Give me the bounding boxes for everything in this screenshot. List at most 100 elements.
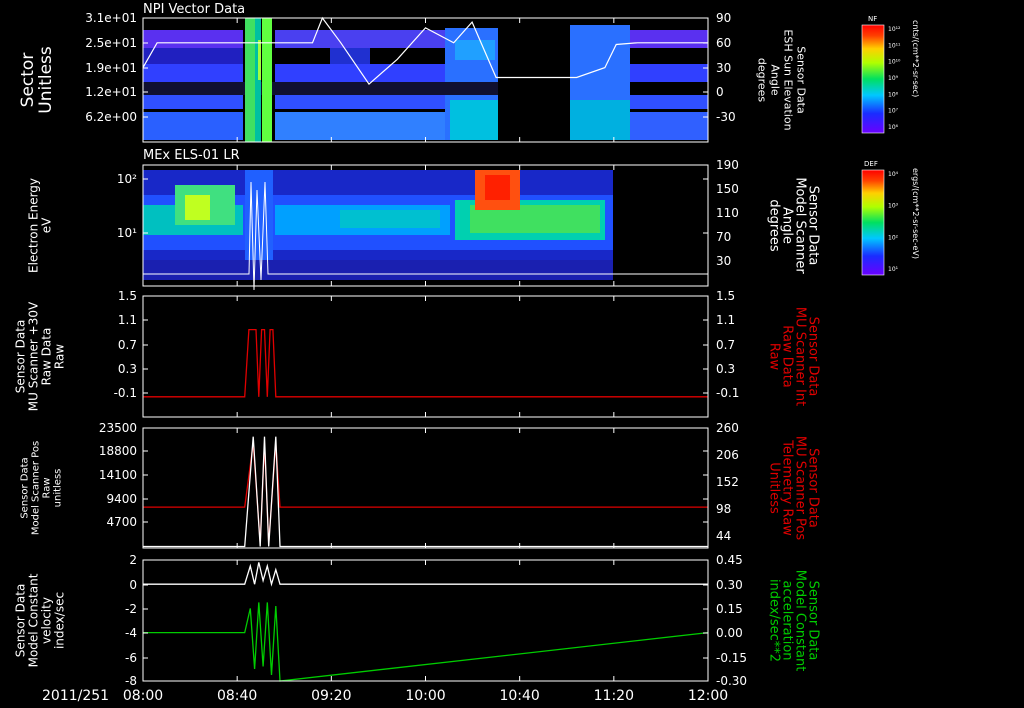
colorbar-tick-label: 10¹ [888,266,899,273]
right-axis-label-line: ESH Sun Elevation [782,29,795,130]
right-y-tick-label: 90 [716,11,731,25]
p3-right-label: Sensor DataMU Scanner IntRaw DataRaw [767,307,821,406]
y-tick-label: 1.9e+01 [85,61,137,75]
panel-mu-scanner-raw: 1.5 1.1 0.7 0.3 -0.1 1.5 1.1 0.7 0.3 -0.1 Sensor… [14,289,821,418]
right-axis-label-line: degrees [767,199,782,252]
p1-y-label: SectorUnitless [18,46,56,114]
p5-y-label: Sensor Data Model Constant velocity index/s… [14,573,67,667]
right-y-tick-label: -0.1 [716,386,739,400]
series-line [143,443,708,543]
right-axis-label-line: index/sec**2 [767,579,782,662]
y-tick-label: 0.7 [118,338,137,352]
y-tick-label: 2 [129,553,137,567]
colorbar-def-label: DEF [864,160,878,168]
p2-right-axis: 190 150 110 70 30 [716,158,739,268]
right-axis-label-line: Raw [767,343,782,371]
right-y-tick-label: 0 [716,85,724,99]
right-axis-label-line: Angle [769,64,782,96]
x-tick-label: 12:00 [688,688,728,704]
y-tick-label: -2 [125,602,137,616]
p5-series [143,562,709,682]
p4-right-axis: 260 206 152 98 44 [716,421,739,543]
colorbar-def-ticks: 10⁴ 10³ 10² 10¹ [888,171,899,273]
x-tick-label: 11:20 [594,688,634,704]
colorbar-tick-label: 10⁴ [888,171,899,178]
date-label: 2011/251 [42,688,109,704]
right-y-tick-label: 0.7 [716,338,735,352]
p1-heatmap [143,18,708,142]
y-axis-label-line: Raw [42,477,53,498]
y-tick-label: 10² [117,172,137,186]
y-tick-label: 4700 [106,515,137,529]
y-axis-label-line: Sensor Data [20,457,31,518]
colorbar-nf-ticks: 10¹² 10¹¹ 10¹⁰ 10⁹ 10⁸ 10⁷ 10⁶ [888,26,901,131]
x-tick-label: 10:40 [499,688,539,704]
y-tick-label: 2.5e+01 [85,36,137,50]
panel-title: NPI Vector Data [143,2,245,17]
y-axis-label-line: Unitless [36,46,56,114]
x-tick-label: 09:20 [311,688,351,704]
y-axis-label-line: MU Scanner +30V [27,301,41,411]
y-tick-label: -8 [125,674,137,688]
colorbar-tick-label: 10¹¹ [888,42,901,49]
colorbar-nf-units: cnts/(cm**2-sr-sec) [911,20,920,97]
y-tick-label: 0 [129,578,137,592]
right-y-tick-label: 30 [716,254,731,268]
right-y-tick-label: 0.45 [716,553,743,567]
y-axis-label-line: Model Constant [27,573,41,667]
right-y-tick-label: 44 [716,529,731,543]
right-y-tick-label: 150 [716,182,739,196]
y-axis-label-line: velocity [40,597,54,644]
colorbar-def-units: ergs/(cm**2-sr-sec-eV) [911,168,920,259]
right-y-tick-label: 206 [716,448,739,462]
y-tick-label: 23500 [99,421,137,435]
y-tick-label: 0.3 [118,362,137,376]
y-axis-label-line: Sector [18,53,38,108]
right-y-tick-label: 0.30 [716,578,743,592]
multi-panel-figure: NPI Vector Data 3.1e+012.5e+011.9e+011.2… [14,2,921,704]
y-axis-label-line: Sensor Data [14,584,28,658]
right-y-tick-label: -0.30 [716,674,747,688]
y-tick-label: 3.1e+01 [85,11,137,25]
series-line [143,328,708,398]
panel-scanner-pos: 23500 18800 14100 9400 4700 260 206 152 98 44 Se… [20,421,821,549]
right-y-tick-label: 1.1 [716,313,735,327]
p4-y-axis: 23500 18800 14100 9400 4700 [99,421,708,529]
y-tick-label: 1.2e+01 [85,85,137,99]
y-tick-label: 6.2e+00 [85,110,137,124]
y-tick-label: 1.5 [118,289,137,303]
colorbar-nf-scale [861,24,885,134]
right-y-tick-label: 152 [716,475,739,489]
y-axis-label-line: Raw [53,344,67,369]
x-tick-label: 08:40 [217,688,257,704]
p5-right-label: Sensor DataModel Constantaccelerationind… [767,570,821,672]
p5-frame [142,559,709,682]
series-line [143,562,708,587]
y-axis-label-line: Model Scanner Pos [31,441,42,535]
panel-npi-vector: NPI Vector Data 3.1e+012.5e+011.9e+011.2… [18,2,808,143]
y-tick-label: 1.1 [118,313,137,327]
y-tick-label: -6 [125,651,137,665]
p3-y-label: Sensor Data MU Scanner +30V Raw Data Raw [14,301,67,411]
series-line [143,436,708,548]
panel-constant-model: 2 0 -2 -4 -6 -8 0.45 0.30 0.15 0.00 -0.15 -0.30 Se… [14,553,821,688]
right-axis-label-line: degrees [756,58,769,103]
right-y-tick-label: 98 [716,502,731,516]
colorbar-tick-label: 10¹⁰ [888,59,901,66]
p3-right-axis: 1.5 1.1 0.7 0.3 -0.1 [716,289,739,400]
p3-y-axis: 1.5 1.1 0.7 0.3 -0.1 [114,289,708,400]
y-axis-label-line: index/sec [53,592,67,649]
colorbar-tick-label: 10¹² [888,26,901,33]
panel-title: MEx ELS-01 LR [143,148,240,163]
p2-right-label: Sensor DataModel ScannerAngledegrees [767,177,821,274]
right-y-tick-label: 260 [716,421,739,435]
y-tick-label: -4 [125,626,137,640]
colorbar-tick-label: 10² [888,234,899,241]
right-y-tick-label: 60 [716,36,731,50]
y-axis-label-line: Sensor Data [14,320,28,394]
p1-right-axis: 90 60 30 0 -30 [716,11,736,124]
x-tick-label: 08:00 [123,688,163,704]
y-tick-label: 14100 [99,468,137,482]
colorbar-nf-label: NF [868,15,877,23]
p5-right-axis: 0.45 0.30 0.15 0.00 -0.15 -0.30 [716,553,747,688]
